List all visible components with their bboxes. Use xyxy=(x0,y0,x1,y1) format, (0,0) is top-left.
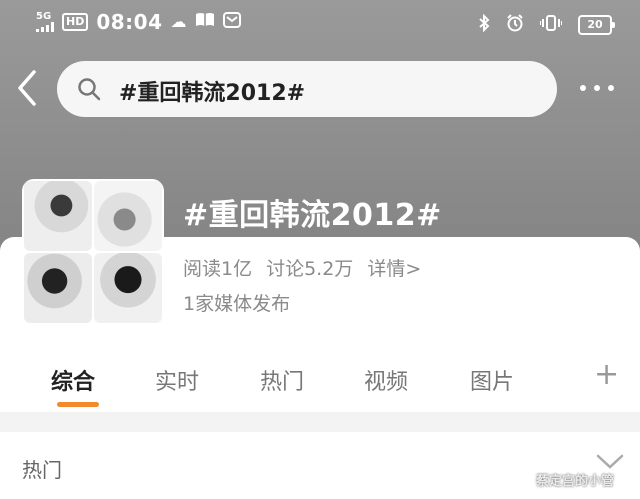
tab-realtime[interactable]: 实时 xyxy=(155,364,199,396)
more-options-icon[interactable] xyxy=(580,85,614,91)
tab-video[interactable]: 视频 xyxy=(364,364,408,396)
cloud-icon: ☁ xyxy=(170,12,187,31)
cover-photo xyxy=(94,181,162,251)
topic-stats: 阅读1亿 讨论5.2万 详情> xyxy=(183,254,421,281)
topic-title: #重回韩流2012# xyxy=(183,198,442,233)
search-query[interactable]: #重回韩流2012# xyxy=(119,75,305,107)
status-right: 20 xyxy=(478,13,615,36)
add-tab-icon[interactable]: + xyxy=(594,360,619,390)
section-divider xyxy=(0,412,640,432)
tab-bar: 综合 实时 热门 视频 图片 + xyxy=(0,340,640,412)
battery-icon: 20 xyxy=(578,15,615,35)
cover-photo xyxy=(94,253,162,323)
read-count: 阅读1亿 xyxy=(183,258,253,280)
status-time: 08:04 xyxy=(96,10,163,34)
tab-overview[interactable]: 综合 xyxy=(51,364,95,396)
status-bar: 5G HD 08:04 ☁ 20 xyxy=(0,0,640,48)
section-label: 热门 xyxy=(22,458,62,482)
topic-cover-image[interactable] xyxy=(22,179,164,325)
network-type: 5G xyxy=(36,11,52,22)
signal-bars-icon xyxy=(36,22,54,32)
vibrate-icon xyxy=(539,14,563,36)
mail-icon xyxy=(222,12,241,32)
bluetooth-icon xyxy=(478,13,490,36)
hd-badge: HD xyxy=(62,13,89,31)
alarm-icon xyxy=(506,14,524,36)
discussion-count: 讨论5.2万 xyxy=(266,258,354,280)
watermark: 蔡定宫的小管 xyxy=(536,474,615,489)
cover-photo xyxy=(24,253,92,323)
search-icon xyxy=(77,77,101,105)
book-icon xyxy=(195,12,215,32)
cover-photo xyxy=(24,181,92,251)
media-count: 1家媒体发布 xyxy=(183,293,291,315)
tab-images[interactable]: 图片 xyxy=(470,364,514,396)
back-arrow-icon[interactable] xyxy=(14,68,44,108)
signal-indicator: 5G xyxy=(36,12,54,32)
status-left: 5G HD 08:04 ☁ xyxy=(36,10,241,34)
search-bar[interactable]: #重回韩流2012# xyxy=(57,61,557,117)
active-tab-indicator xyxy=(57,402,99,407)
tab-hot[interactable]: 热门 xyxy=(260,364,304,396)
details-link[interactable]: 详情> xyxy=(367,254,421,281)
